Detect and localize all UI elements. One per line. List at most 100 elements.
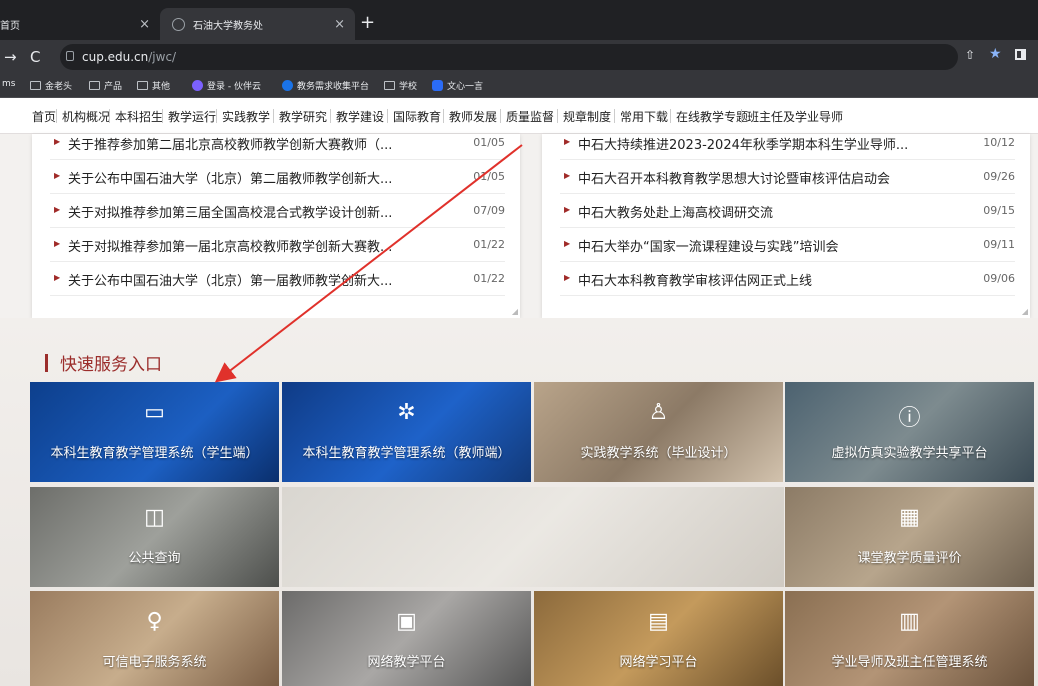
- tile-label: 本科生教育教学管理系统（教师端）: [302, 446, 511, 461]
- news-title[interactable]: 中石大教务处赴上海高校调研交流: [578, 202, 963, 221]
- news-date: 07/09: [473, 204, 505, 217]
- service-tile[interactable]: ◫ 公共查询: [30, 487, 279, 587]
- news-date: 01/05: [473, 136, 505, 149]
- news-row[interactable]: ▶ 关于对拟推荐参加第一届北京高校教师教学创新大赛教... 01/22: [50, 228, 505, 262]
- tile-label: 可信电子服务系统: [102, 655, 207, 670]
- service-tile[interactable]: ▤ 网络学习平台: [534, 591, 783, 686]
- service-tile[interactable]: ▦ 课堂教学质量评价: [785, 487, 1034, 587]
- nav-item[interactable]: 规章制度: [563, 108, 611, 125]
- news-row[interactable]: ▶ 中石大本科教育教学审核评估网正式上线 09/06: [560, 262, 1015, 296]
- news-panel: ◢ ▶ 中石大持续推进2023-2024年秋季学期本科生学业导师... 10/12 ▶ 中…: [542, 134, 1030, 318]
- close-icon[interactable]: ×: [334, 17, 345, 32]
- monitor-icon: ▭: [144, 400, 165, 425]
- section-title: 快速服务入口: [45, 350, 162, 375]
- new-tab-button[interactable]: +: [360, 12, 375, 33]
- bullet-icon: ▶: [564, 137, 571, 146]
- bookmark-item[interactable]: 产品: [89, 79, 122, 92]
- bullet-icon: ▶: [564, 205, 571, 214]
- tile-label: 网络教学平台: [367, 655, 446, 670]
- bookmark-item[interactable]: ms: [2, 79, 15, 89]
- news-title[interactable]: 中石大召开本科教育教学思想大讨论暨审核评估启动会: [578, 168, 963, 187]
- service-tile[interactable]: ♀ 可信电子服务系统: [30, 591, 279, 686]
- lock-icon: [66, 51, 74, 61]
- bookmark-item[interactable]: 其他: [137, 79, 170, 92]
- star-icon[interactable]: ★: [989, 46, 1002, 62]
- news-title[interactable]: 关于公布中国石油大学（北京）第二届教师教学创新大...: [68, 168, 463, 187]
- browser-tab-active[interactable]: 石油大学教务处 ×: [160, 8, 355, 40]
- news-row[interactable]: ▶ 中石大持续推进2023-2024年秋季学期本科生学业导师... 10/12: [560, 126, 1015, 160]
- tab-title: 石油大学教务处: [193, 20, 263, 32]
- news-title[interactable]: 关于公布中国石油大学（北京）第一届教师教学创新大...: [68, 270, 463, 289]
- tab-title: 首页: [0, 20, 20, 32]
- news-row[interactable]: ▶ 中石大召开本科教育教学思想大讨论暨审核评估启动会 09/26: [560, 160, 1015, 194]
- nav-item[interactable]: 国际教育: [393, 108, 441, 125]
- nav-divider: [330, 109, 331, 123]
- news-date: 10/12: [983, 136, 1015, 149]
- service-tile[interactable]: ♙ 实践教学系统（毕业设计）: [534, 382, 783, 482]
- globe-icon: [172, 17, 185, 31]
- folder-icon: [30, 81, 41, 90]
- nav-item[interactable]: 首页: [32, 108, 56, 125]
- forward-icon[interactable]: →: [4, 48, 17, 66]
- news-row[interactable]: ▶ 关于公布中国石油大学（北京）第一届教师教学创新大... 01/22: [50, 262, 505, 296]
- sidepanel-icon[interactable]: [1015, 49, 1026, 60]
- nav-divider: [443, 109, 444, 123]
- news-title[interactable]: 关于对拟推荐参加第三届全国高校混合式教学设计创新...: [68, 202, 463, 221]
- news-row[interactable]: ▶ 关于对拟推荐参加第三届全国高校混合式教学设计创新... 07/09: [50, 194, 505, 228]
- bookmark-item[interactable]: 金老头: [30, 79, 72, 92]
- wenxin-icon: [432, 80, 443, 91]
- news-row[interactable]: ▶ 中石大举办“国家一流课程建设与实践”培训会 09/11: [560, 228, 1015, 262]
- nav-item[interactable]: 本科招生: [115, 108, 163, 125]
- bookmark-item[interactable]: 登录 - 伙伴云: [192, 79, 261, 92]
- nav-item[interactable]: 教学运行: [168, 108, 216, 125]
- nav-item[interactable]: 实践教学: [222, 108, 270, 125]
- nav-divider: [216, 109, 217, 123]
- tile-label: 虚拟仿真实验教学共享平台: [831, 446, 988, 461]
- service-tile[interactable]: ▭ 本科生教育教学管理系统（学生端）: [30, 382, 279, 482]
- nav-divider: [273, 109, 274, 123]
- nav-item[interactable]: 教师发展: [449, 108, 497, 125]
- reload-icon[interactable]: C: [30, 48, 40, 66]
- news-title[interactable]: 关于推荐参加第二届北京高校教师教学创新大赛教师（...: [68, 134, 463, 153]
- news-title[interactable]: 中石大持续推进2023-2024年秋季学期本科生学业导师...: [578, 134, 963, 153]
- news-row[interactable]: ▶ 关于公布中国石油大学（北京）第二届教师教学创新大... 01/05: [50, 160, 505, 194]
- service-tile[interactable]: ✲ 本科生教育教学管理系统（教师端）: [282, 382, 531, 482]
- platform-icon: [282, 80, 293, 91]
- service-tile[interactable]: ⓘ 虚拟仿真实验教学共享平台: [785, 382, 1034, 482]
- news-row[interactable]: ▶ 关于推荐参加第二届北京高校教师教学创新大赛教师（... 01/05: [50, 126, 505, 160]
- close-icon[interactable]: ×: [139, 17, 150, 32]
- bullet-icon: ▶: [564, 273, 571, 282]
- bookmark-item[interactable]: 文心一言: [432, 79, 483, 92]
- classroom-icon: ▦: [899, 505, 920, 530]
- nav-item[interactable]: 机构概况: [62, 108, 110, 125]
- nav-item[interactable]: 教学研究: [279, 108, 327, 125]
- news-title[interactable]: 中石大本科教育教学审核评估网正式上线: [578, 270, 963, 289]
- document-icon: ▥: [899, 609, 920, 634]
- bookmark-item[interactable]: 教务需求收集平台: [282, 79, 369, 92]
- screen-icon: ⓘ: [898, 406, 921, 431]
- tile-label: 课堂教学质量评价: [857, 551, 962, 566]
- nav-item[interactable]: 教学建设: [336, 108, 384, 125]
- tile-label: 公共查询: [128, 551, 181, 566]
- news-date: 01/22: [473, 272, 505, 285]
- bookmark-item[interactable]: 学校: [384, 79, 417, 92]
- nav-item[interactable]: 班主任及学业导师: [747, 108, 843, 125]
- nav-item[interactable]: 常用下载: [620, 108, 668, 125]
- news-title[interactable]: 中石大举办“国家一流课程建设与实践”培训会: [578, 236, 963, 255]
- share-icon[interactable]: ⇧: [965, 48, 975, 62]
- nav-divider: [670, 109, 671, 123]
- url-input[interactable]: cup.edu.cn/jwc/: [60, 44, 958, 70]
- bullet-icon: ▶: [54, 137, 61, 146]
- service-tile[interactable]: ▣ 网络教学平台: [282, 591, 531, 686]
- news-date: 09/11: [983, 238, 1015, 251]
- browser-tab[interactable]: 首页 ×: [0, 8, 160, 40]
- nav-divider: [387, 109, 388, 123]
- news-date: 09/15: [983, 204, 1015, 217]
- news-title[interactable]: 关于对拟推荐参加第一届北京高校教师教学创新大赛教...: [68, 236, 463, 255]
- bullet-icon: ▶: [54, 273, 61, 282]
- nav-divider: [56, 109, 57, 123]
- nav-item[interactable]: 在线教学专题: [676, 108, 748, 125]
- service-tile[interactable]: ▥ 学业导师及班主任管理系统: [785, 591, 1034, 686]
- nav-item[interactable]: 质量监督: [506, 108, 554, 125]
- news-row[interactable]: ▶ 中石大教务处赴上海高校调研交流 09/15: [560, 194, 1015, 228]
